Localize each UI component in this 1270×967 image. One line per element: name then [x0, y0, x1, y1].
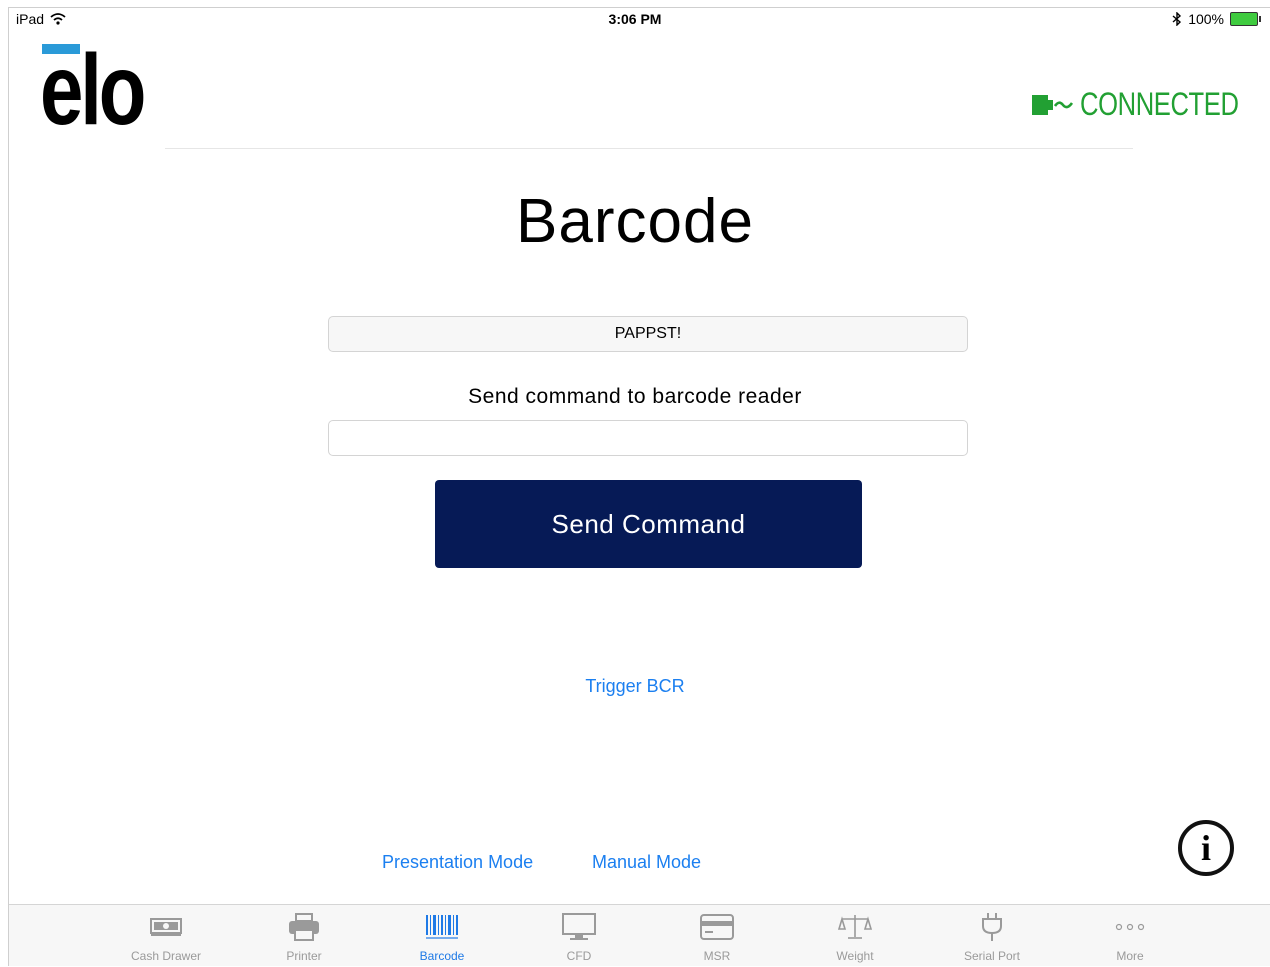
tab-msr[interactable]: MSR: [657, 905, 777, 967]
status-bar: iPad 3:06 PM 100%: [0, 8, 1270, 30]
tab-label: Serial Port: [963, 949, 1021, 963]
cash-drawer-icon: [150, 918, 182, 936]
status-bar-right: 100%: [1172, 11, 1261, 27]
connection-status: CONNECTED: [1030, 86, 1240, 123]
connection-label: CONNECTED: [1080, 86, 1239, 122]
command-input[interactable]: [328, 420, 968, 456]
presentation-mode-link[interactable]: Presentation Mode: [382, 852, 533, 873]
battery-percent: 100%: [1188, 11, 1224, 27]
battery-icon: [1230, 12, 1261, 26]
tab-bar: Cash Drawer Printer Barcode CFD MSR Weig…: [9, 904, 1270, 966]
command-label: Send command to barcode reader: [468, 385, 802, 408]
tab-label: Weight: [836, 949, 874, 963]
tab-serial-port[interactable]: Serial Port: [932, 905, 1052, 967]
plug-connected-icon: [1032, 94, 1074, 115]
tab-weight[interactable]: Weight: [795, 905, 915, 967]
scanned-value-field: PAPPST!: [328, 316, 968, 352]
printer-icon: [289, 913, 319, 941]
tab-label: Printer: [286, 949, 322, 963]
barcode-icon: [426, 915, 458, 939]
trigger-bcr-link: Trigger BCR: [0, 676, 1270, 697]
tab-printer[interactable]: Printer: [244, 905, 364, 967]
tab-cfd[interactable]: CFD: [519, 905, 639, 967]
tab-more[interactable]: More: [1070, 905, 1190, 967]
manual-mode-link[interactable]: Manual Mode: [592, 852, 701, 873]
monitor-icon: [562, 913, 596, 940]
scale-icon: [838, 915, 872, 939]
plug-icon: [982, 913, 1002, 941]
logo-text: elo: [40, 34, 146, 146]
info-icon[interactable]: i: [1178, 820, 1234, 876]
tab-cash-drawer[interactable]: Cash Drawer: [106, 905, 226, 967]
tab-label: MSR: [703, 949, 731, 963]
tab-label: Barcode: [419, 949, 465, 963]
logo-accent-bar: [42, 44, 80, 54]
card-icon: [700, 914, 734, 940]
elo-logo: elo: [40, 40, 155, 140]
send-command-button[interactable]: Send Command: [435, 480, 862, 568]
more-icon: [1115, 923, 1145, 931]
header-divider: [165, 148, 1133, 149]
tab-label: Cash Drawer: [130, 949, 202, 963]
tab-label: CFD: [566, 949, 592, 963]
trigger-bcr-button[interactable]: Trigger BCR: [585, 676, 684, 696]
status-time: 3:06 PM: [608, 11, 662, 27]
bluetooth-icon: [1172, 12, 1182, 26]
tab-label: More: [1116, 949, 1144, 963]
page-title: Barcode: [516, 187, 754, 256]
tab-barcode[interactable]: Barcode: [382, 905, 502, 967]
